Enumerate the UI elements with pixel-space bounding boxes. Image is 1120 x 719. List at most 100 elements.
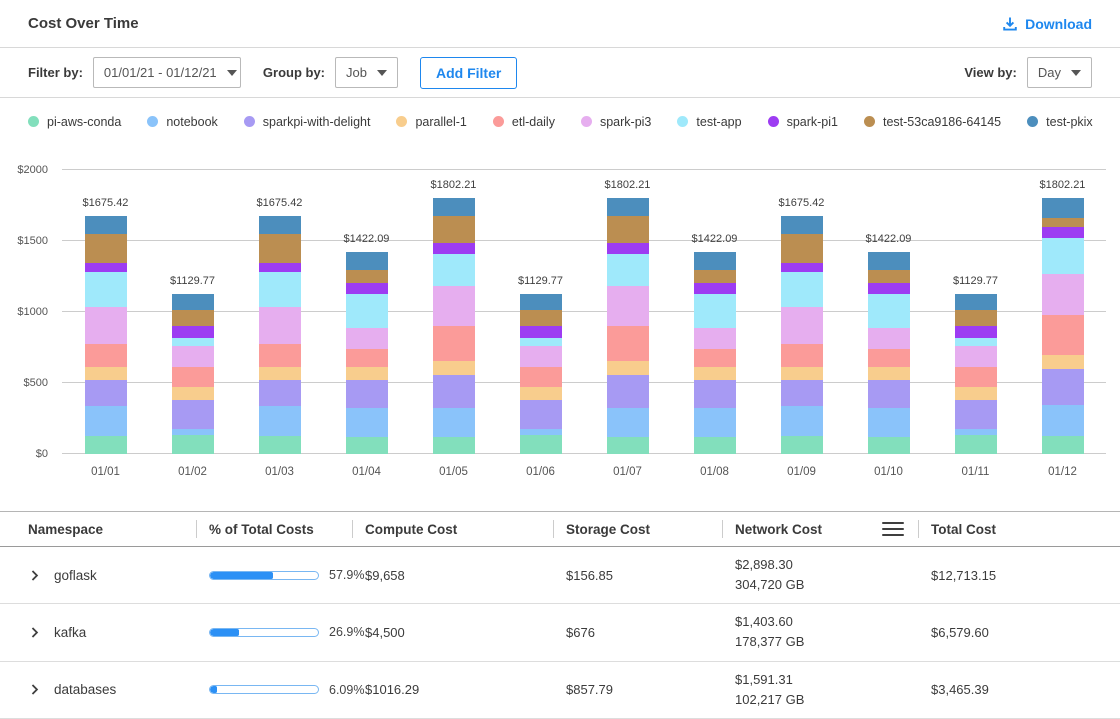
- chevron-right-icon[interactable]: [28, 569, 41, 582]
- bar-segment-spark-pi1[interactable]: [259, 263, 301, 272]
- bar-segment-parallel-1[interactable]: [694, 367, 736, 380]
- bar-segment-notebook[interactable]: [1042, 405, 1084, 436]
- bar-segment-spark-pi3[interactable]: [694, 328, 736, 350]
- bar-segment-etl-daily[interactable]: [1042, 315, 1084, 355]
- bar-segment-test-53ca9186-64145[interactable]: [433, 216, 475, 243]
- stacked-bar-01/09[interactable]: [781, 216, 823, 454]
- bar-segment-sparkpi-with-delight[interactable]: [433, 375, 475, 409]
- bar-segment-spark-pi1[interactable]: [781, 263, 823, 272]
- stacked-bar-01/08[interactable]: [694, 252, 736, 454]
- bar-segment-notebook[interactable]: [868, 408, 910, 437]
- bar-segment-test-pkix[interactable]: [85, 216, 127, 234]
- add-filter-button[interactable]: Add Filter: [420, 57, 517, 89]
- bar-segment-spark-pi3[interactable]: [85, 307, 127, 344]
- bar-segment-parallel-1[interactable]: [520, 387, 562, 400]
- bar-segment-parallel-1[interactable]: [259, 367, 301, 381]
- bar-segment-sparkpi-with-delight[interactable]: [607, 375, 649, 409]
- bar-segment-spark-pi1[interactable]: [868, 283, 910, 294]
- bar-segment-test-pkix[interactable]: [346, 252, 388, 270]
- date-range-dropdown[interactable]: 01/01/21 - 01/12/21: [93, 57, 241, 88]
- bar-segment-etl-daily[interactable]: [433, 326, 475, 362]
- bar-segment-notebook[interactable]: [259, 406, 301, 435]
- bar-segment-test-app[interactable]: [259, 272, 301, 307]
- legend-item-notebook[interactable]: notebook: [147, 115, 217, 129]
- bar-segment-test-53ca9186-64145[interactable]: [85, 234, 127, 263]
- column-header-compute-cost[interactable]: Compute Cost: [352, 512, 553, 546]
- bar-segment-notebook[interactable]: [781, 406, 823, 435]
- bar-segment-parallel-1[interactable]: [346, 367, 388, 380]
- bar-segment-notebook[interactable]: [607, 408, 649, 437]
- bar-segment-test-pkix[interactable]: [520, 294, 562, 310]
- bar-segment-test-app[interactable]: [1042, 238, 1084, 274]
- bar-segment-etl-daily[interactable]: [781, 344, 823, 366]
- legend-item-pi-aws-conda[interactable]: pi-aws-conda: [28, 115, 121, 129]
- bar-segment-test-pkix[interactable]: [607, 198, 649, 216]
- legend-item-test-53ca9186-64145[interactable]: test-53ca9186-64145: [864, 115, 1001, 129]
- legend-item-spark-pi3[interactable]: spark-pi3: [581, 115, 651, 129]
- bar-segment-etl-daily[interactable]: [259, 344, 301, 366]
- bar-segment-spark-pi3[interactable]: [520, 346, 562, 366]
- bar-segment-test-53ca9186-64145[interactable]: [1042, 218, 1084, 227]
- bar-segment-test-53ca9186-64145[interactable]: [781, 234, 823, 263]
- bar-segment-sparkpi-with-delight[interactable]: [694, 380, 736, 408]
- legend-item-test-pkix[interactable]: test-pkix: [1027, 115, 1093, 129]
- bar-segment-pi-aws-conda[interactable]: [694, 437, 736, 454]
- bar-segment-pi-aws-conda[interactable]: [85, 436, 127, 454]
- bar-segment-notebook[interactable]: [346, 408, 388, 437]
- bar-segment-etl-daily[interactable]: [694, 349, 736, 366]
- download-button[interactable]: Download: [1002, 16, 1092, 32]
- column-header-network-cost[interactable]: Network Cost: [722, 512, 918, 546]
- bar-segment-test-53ca9186-64145[interactable]: [520, 310, 562, 326]
- bar-segment-pi-aws-conda[interactable]: [1042, 436, 1084, 454]
- bar-segment-sparkpi-with-delight[interactable]: [85, 380, 127, 406]
- bar-segment-test-pkix[interactable]: [694, 252, 736, 270]
- bar-segment-etl-daily[interactable]: [172, 367, 214, 387]
- legend-item-parallel-1[interactable]: parallel-1: [396, 115, 466, 129]
- chevron-right-icon[interactable]: [28, 683, 41, 696]
- column-header-storage-cost[interactable]: Storage Cost: [553, 512, 722, 546]
- bar-segment-test-app[interactable]: [781, 272, 823, 307]
- stacked-bar-01/06[interactable]: [520, 294, 562, 454]
- bar-segment-etl-daily[interactable]: [346, 349, 388, 366]
- bar-segment-test-app[interactable]: [868, 294, 910, 327]
- bar-segment-test-pkix[interactable]: [172, 294, 214, 310]
- chevron-right-icon[interactable]: [28, 626, 41, 639]
- bar-segment-test-pkix[interactable]: [1042, 198, 1084, 218]
- bar-segment-parallel-1[interactable]: [433, 361, 475, 374]
- bar-segment-parallel-1[interactable]: [1042, 355, 1084, 369]
- bar-segment-pi-aws-conda[interactable]: [781, 436, 823, 454]
- bar-segment-spark-pi1[interactable]: [955, 326, 997, 338]
- column-header-total-cost[interactable]: Total Cost: [918, 512, 1120, 546]
- bar-segment-parallel-1[interactable]: [172, 387, 214, 400]
- bar-segment-sparkpi-with-delight[interactable]: [520, 400, 562, 429]
- legend-item-etl-daily[interactable]: etl-daily: [493, 115, 555, 129]
- bar-segment-spark-pi1[interactable]: [1042, 227, 1084, 238]
- stacked-bar-01/02[interactable]: [172, 294, 214, 454]
- stacked-bar-01/10[interactable]: [868, 252, 910, 454]
- bar-segment-spark-pi1[interactable]: [85, 263, 127, 272]
- bar-segment-test-53ca9186-64145[interactable]: [346, 270, 388, 283]
- bar-segment-etl-daily[interactable]: [955, 367, 997, 387]
- legend-item-sparkpi-with-delight[interactable]: sparkpi-with-delight: [244, 115, 371, 129]
- bar-segment-spark-pi3[interactable]: [259, 307, 301, 344]
- bar-segment-parallel-1[interactable]: [868, 367, 910, 380]
- bar-segment-test-pkix[interactable]: [955, 294, 997, 310]
- stacked-bar-01/07[interactable]: [607, 198, 649, 454]
- bar-segment-spark-pi3[interactable]: [1042, 274, 1084, 315]
- stacked-bar-01/05[interactable]: [433, 198, 475, 454]
- bar-segment-spark-pi1[interactable]: [346, 283, 388, 294]
- bar-segment-parallel-1[interactable]: [955, 387, 997, 400]
- bar-segment-parallel-1[interactable]: [85, 367, 127, 381]
- bar-segment-pi-aws-conda[interactable]: [346, 437, 388, 454]
- bar-segment-test-app[interactable]: [433, 254, 475, 287]
- bar-segment-pi-aws-conda[interactable]: [259, 436, 301, 454]
- bar-segment-test-app[interactable]: [955, 338, 997, 346]
- bar-segment-pi-aws-conda[interactable]: [172, 435, 214, 454]
- bar-segment-notebook[interactable]: [433, 408, 475, 437]
- stacked-bar-01/11[interactable]: [955, 294, 997, 454]
- bar-segment-sparkpi-with-delight[interactable]: [1042, 369, 1084, 405]
- bar-segment-notebook[interactable]: [694, 408, 736, 437]
- bar-segment-test-app[interactable]: [346, 294, 388, 327]
- column-menu-icon[interactable]: [882, 520, 904, 539]
- bar-segment-spark-pi1[interactable]: [172, 326, 214, 338]
